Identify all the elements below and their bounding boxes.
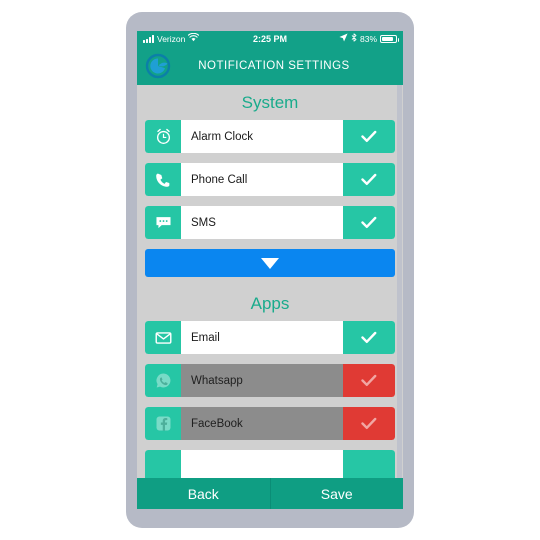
settings-row-label: Phone Call: [181, 163, 343, 196]
sms-icon: [145, 206, 181, 239]
vertical-scrollbar[interactable]: [397, 85, 402, 500]
save-button[interactable]: Save: [270, 478, 403, 509]
toggle-facebook[interactable]: [343, 407, 395, 440]
settings-row-alarm-clock[interactable]: Alarm Clock: [145, 120, 395, 153]
phone-icon: [145, 163, 181, 196]
phone-screen: Verizon 2:25 PM 83% NOTIFICATION SETTING…: [137, 31, 403, 500]
whatsapp-icon: [145, 364, 181, 397]
settings-row-whatsapp[interactable]: Whatsapp: [145, 364, 395, 397]
chevron-down-icon: [261, 257, 279, 269]
toggle-alarm-clock[interactable]: [343, 120, 395, 153]
settings-row-label: Alarm Clock: [181, 120, 343, 153]
settings-row-email[interactable]: Email: [145, 321, 395, 354]
alarm-clock-icon: [145, 120, 181, 153]
settings-row-label: Whatsapp: [181, 364, 343, 397]
toggle-phone-call[interactable]: [343, 163, 395, 196]
status-bar: Verizon 2:25 PM 83%: [137, 31, 403, 47]
toggle-sms[interactable]: [343, 206, 395, 239]
toggle-email[interactable]: [343, 321, 395, 354]
status-bar-left: Verizon: [143, 31, 200, 47]
settings-row-sms[interactable]: SMS: [145, 206, 395, 239]
status-bar-right: 83%: [339, 31, 399, 47]
wifi-icon: [188, 31, 200, 47]
settings-list[interactable]: System Alarm Clock Phone Call SMS Apps E…: [137, 85, 403, 500]
toggle-whatsapp[interactable]: [343, 364, 395, 397]
app-logo-icon: [145, 53, 171, 79]
expand-more-button[interactable]: [145, 249, 395, 277]
battery-icon: [380, 35, 399, 43]
settings-row-phone-call[interactable]: Phone Call: [145, 163, 395, 196]
email-icon: [145, 321, 181, 354]
section-title-apps: Apps: [250, 294, 290, 313]
page-title: NOTIFICATION SETTINGS: [198, 60, 350, 72]
battery-percent-label: 83%: [359, 34, 377, 44]
bluetooth-icon: [351, 31, 357, 47]
app-bar: NOTIFICATION SETTINGS: [137, 47, 403, 85]
section-title-system: System: [241, 93, 299, 112]
footer-bar: Back Save: [137, 478, 403, 509]
signal-bars-icon: [143, 35, 154, 43]
settings-row-label: SMS: [181, 206, 343, 239]
settings-row-facebook[interactable]: FaceBook: [145, 407, 395, 440]
location-arrow-icon: [339, 31, 348, 47]
carrier-label: Verizon: [157, 34, 186, 44]
settings-row-label: Email: [181, 321, 343, 354]
facebook-icon: [145, 407, 181, 440]
screenshot-root: Verizon 2:25 PM 83% NOTIFICATION SETTING…: [0, 0, 540, 540]
back-button[interactable]: Back: [137, 478, 270, 509]
settings-row-label: FaceBook: [181, 407, 343, 440]
